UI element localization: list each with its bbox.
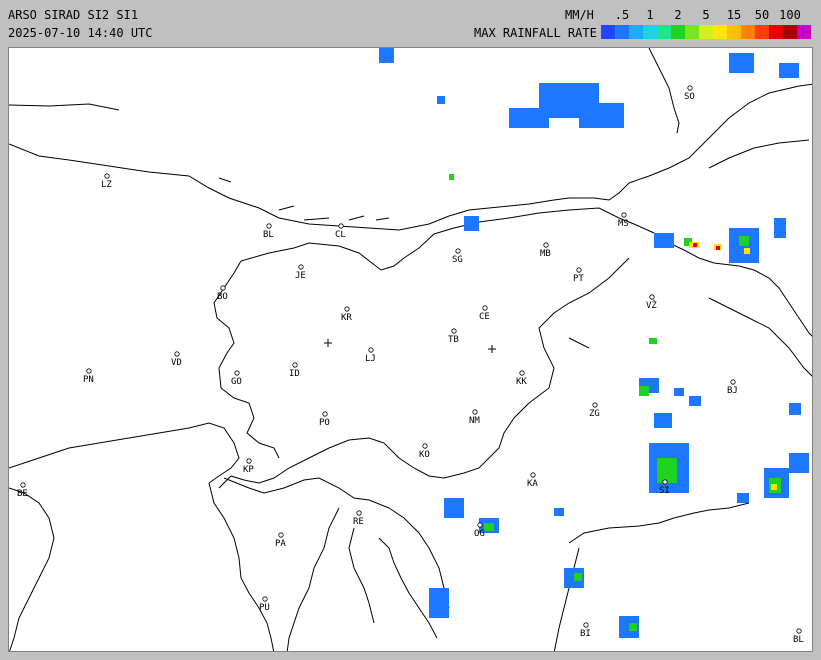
city-label: PU [259,603,270,613]
legend-swatch [685,25,699,39]
legend-swatch [755,25,769,39]
city-label: KO [419,450,430,460]
city-label: BE [17,489,28,499]
city-label: VŽ [646,299,657,311]
city-marker-bo: BO [217,285,228,302]
city-marker-be: BE [17,482,28,499]
city-marker-vž: VŽ [646,294,657,311]
city-marker-je: JE [295,264,306,281]
city-label: LJ [365,354,376,364]
city-marker-mb: MB [540,242,551,259]
legend-swatch [601,25,615,39]
city-label: TB [448,335,459,345]
city-label: JE [295,271,306,281]
city-marker-kp: KP [243,458,254,475]
city-marker-ko: KO [419,443,430,460]
city-marker-nm: NM [469,409,480,426]
city-label: BL [793,635,804,645]
city-marker-lz: LZ [101,173,112,190]
city-label: VD [171,358,182,368]
city-marker-bl: BL [263,223,274,240]
city-label: CE [479,312,490,322]
city-label: PA [275,539,286,549]
legend-tick: 100 [779,8,801,22]
radar-map: LZ BL CL JE BO KR SG MB MS SO PT CE VŽ TB VD LJ PN GO ID KK… [8,47,813,652]
rain-cells [379,48,809,638]
legend-swatch [657,25,671,39]
city-marker-lj: LJ [365,347,376,364]
city-label: ZG [589,409,600,419]
city-marker-bj: BJ [727,379,738,396]
city-label: RE [353,517,364,527]
city-marker-bi: BI [580,622,591,639]
timestamp: 2025-07-10 14:40 UTC [8,26,153,40]
city-marker-go: GO [231,370,242,387]
city-marker-pt: PT [573,267,584,284]
city-label: PN [83,375,94,385]
city-label: BJ [727,386,738,396]
city-marker-ms: MS [618,212,629,229]
legend-swatch [615,25,629,39]
border-lines [9,48,812,651]
city-marker-zg: ZG [589,402,600,419]
legend-swatch [713,25,727,39]
city-marker-po: PO [319,411,330,428]
city-marker-re: RE [353,510,364,527]
city-label: SI [659,486,670,496]
legend-swatch [769,25,783,39]
city-label: BI [580,629,591,639]
city-label: KA [527,479,538,489]
city-label: PT [573,274,584,284]
city-label: SO [684,92,695,102]
city-marker-pa: PA [275,532,286,549]
city-label: NM [469,416,480,426]
city-marker-vd: VD [171,351,182,368]
legend-swatch [783,25,797,39]
unit-label: MM/H [565,8,594,22]
city-label: LZ [101,180,112,190]
city-marker-pu: PU [259,596,270,613]
city-label: GO [231,377,242,387]
city-label: SG [452,255,463,265]
city-marker-id: ID [289,362,300,379]
city-label: CL [335,230,346,240]
city-label: BL [263,230,274,240]
city-label: KR [341,313,352,323]
city-label: KK [516,377,527,387]
legend-swatch [699,25,713,39]
city-marker-kr: KR [341,306,352,323]
legend-swatch [797,25,811,39]
radar-window: ARSO SIRAD SI2 SI1 2025-07-10 14:40 UTC … [0,0,821,660]
city-marker-bl: BL [793,628,804,645]
city-marker-ka: KA [527,472,538,489]
map-canvas: LZ BL CL JE BO KR SG MB MS SO PT CE VŽ TB VD LJ PN GO ID KK… [9,48,812,651]
legend-swatch [671,25,685,39]
legend-swatch [643,25,657,39]
city-label: MB [540,249,551,259]
city-marker-kk: KK [516,370,527,387]
city-label: ID [289,369,300,379]
city-label: KP [243,465,254,475]
legend-swatch [727,25,741,39]
city-label: MS [618,219,629,229]
city-marker-tb: TB [448,328,459,345]
city-marker-ce: CE [479,305,490,322]
legend-swatch [629,25,643,39]
radar-site-markers [324,339,496,353]
city-marker-sg: SG [452,248,463,265]
city-label: PO [319,418,330,428]
legend-title: MAX RAINFALL RATE [474,26,597,40]
city-marker-so: SO [684,85,695,102]
radar-title: ARSO SIRAD SI2 SI1 [8,8,139,22]
city-marker-pn: PN [83,368,94,385]
city-label: OG [474,529,485,539]
city-label: BO [217,292,228,302]
legend-swatch [741,25,755,39]
